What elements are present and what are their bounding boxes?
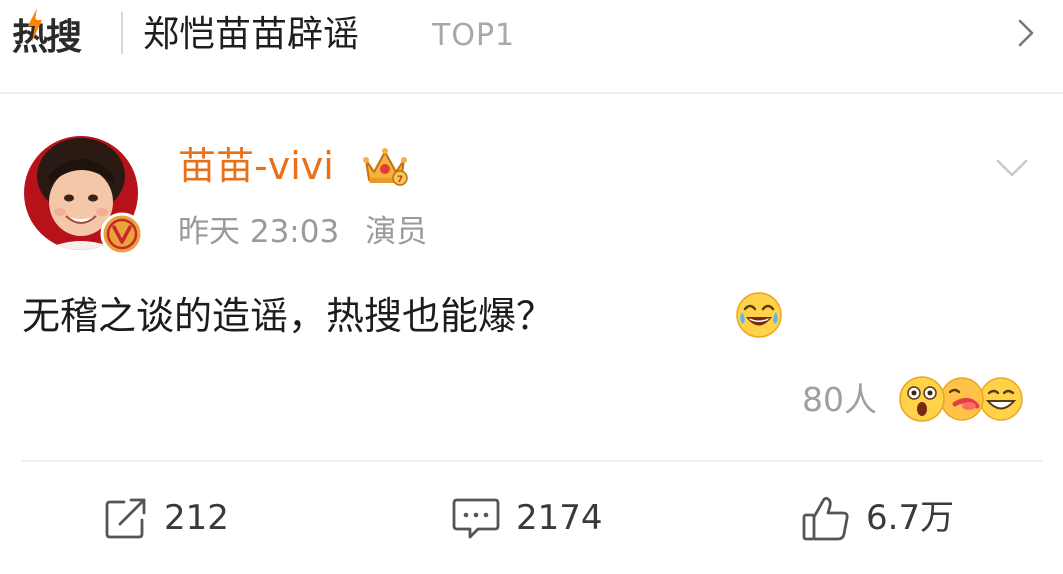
verified-badge-icon bbox=[100, 212, 144, 256]
grin-emoji-icon bbox=[979, 377, 1023, 421]
hot-topic-title[interactable]: 郑恺苗苗辟谣 bbox=[143, 10, 359, 60]
reactions-count[interactable]: 80人 bbox=[802, 378, 877, 422]
hot-search-logo: 热搜 bbox=[12, 8, 82, 58]
hot-search-bar[interactable]: 热搜 郑恺苗苗辟谣 TOP1 bbox=[0, 0, 1063, 72]
author-tag: 演员 bbox=[365, 214, 428, 250]
laughing-emoji-icon bbox=[736, 292, 782, 338]
comment-count: 2174 bbox=[516, 498, 603, 538]
comment-button[interactable]: 2174 bbox=[452, 492, 603, 544]
hot-search-logo-text: 热搜 bbox=[12, 17, 82, 58]
post-meta: 昨天 23:03 演员 bbox=[178, 210, 427, 254]
repost-count: 212 bbox=[164, 498, 229, 538]
actions-divider bbox=[22, 460, 1042, 462]
like-button[interactable]: 6.7万 bbox=[802, 492, 954, 544]
post-content: 无稽之谈的造谣，热搜也能爆？ bbox=[22, 294, 555, 338]
header-divider bbox=[0, 92, 1063, 94]
username[interactable]: 苗苗-vivi bbox=[178, 142, 334, 190]
shocked-emoji-icon bbox=[899, 376, 945, 422]
kiss-emoji-icon bbox=[940, 377, 984, 421]
comment-icon bbox=[452, 498, 500, 539]
chevron-down-icon[interactable] bbox=[994, 150, 1030, 186]
like-count: 6.7万 bbox=[866, 498, 955, 538]
header-separator bbox=[121, 12, 123, 54]
crown-icon[interactable]: 7 bbox=[362, 142, 408, 188]
post-time: 昨天 23:03 bbox=[178, 214, 340, 250]
svg-text:7: 7 bbox=[397, 175, 403, 185]
hot-topic-rank: TOP1 bbox=[432, 18, 516, 53]
repost-icon bbox=[105, 498, 146, 539]
hot-spark-icon bbox=[28, 8, 42, 42]
reaction-faces[interactable] bbox=[897, 374, 1027, 424]
chevron-right-icon[interactable] bbox=[1008, 16, 1042, 50]
repost-button[interactable]: 212 bbox=[104, 492, 229, 544]
like-icon bbox=[802, 496, 849, 541]
